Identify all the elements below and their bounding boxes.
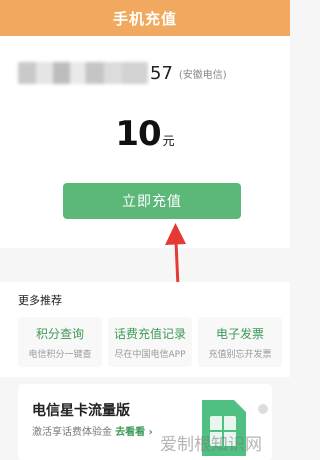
recharge-now-button[interactable]: 立即充值 — [63, 183, 241, 219]
blurred-phone-number — [18, 62, 148, 84]
page-title: 手机充值 — [112, 9, 177, 28]
banner-link-label: 去看看 — [115, 427, 146, 438]
service-recharge-records[interactable]: 话费充值记录 尽在中国电信APP — [108, 317, 192, 367]
service-e-invoice[interactable]: 电子发票 充值别忘开发票 — [198, 317, 282, 367]
operator-label: (安徽电信) — [178, 69, 227, 81]
service-title: 话费充值记录 — [113, 326, 186, 341]
chevron-right-icon: › — [145, 427, 153, 438]
banner-title: 电信星卡流量版 — [32, 403, 130, 419]
service-subtitle: 充值别忘开发票 — [208, 349, 272, 360]
service-title: 积分查询 — [35, 326, 84, 341]
service-subtitle: 电信积分一键查 — [28, 349, 92, 360]
more-recommendations: 更多推荐 积分查询 电信积分一键查 话费充值记录 尽在中国电信APP 电子发票 … — [0, 282, 290, 377]
banner-link[interactable]: 去看看 › — [115, 427, 153, 438]
more-title: 更多推荐 — [18, 294, 62, 307]
service-subtitle: 尽在中国电信APP — [114, 349, 186, 360]
amount-value: 10 — [115, 114, 161, 154]
phone-number-tail: 57 — [150, 62, 173, 84]
banner-subtitle-text: 激活享话费体验金 — [32, 427, 112, 438]
phone-number-row[interactable]: 57 (安徽电信) — [18, 61, 227, 85]
amount-unit: 元 — [162, 134, 175, 148]
watermark: 爱制根知识网 — [160, 435, 262, 455]
amount-display: 10 元 — [0, 114, 290, 154]
decoration-dot-icon — [258, 404, 268, 414]
banner-subtitle: 激活享话费体验金 去看看 › — [32, 423, 153, 438]
app-header: 手机充值 — [0, 0, 290, 36]
service-title: 电子发票 — [215, 326, 264, 341]
service-points-query[interactable]: 积分查询 电信积分一键查 — [18, 317, 102, 367]
recharge-card: 57 (安徽电信) 10 元 立即充值 — [0, 36, 290, 248]
